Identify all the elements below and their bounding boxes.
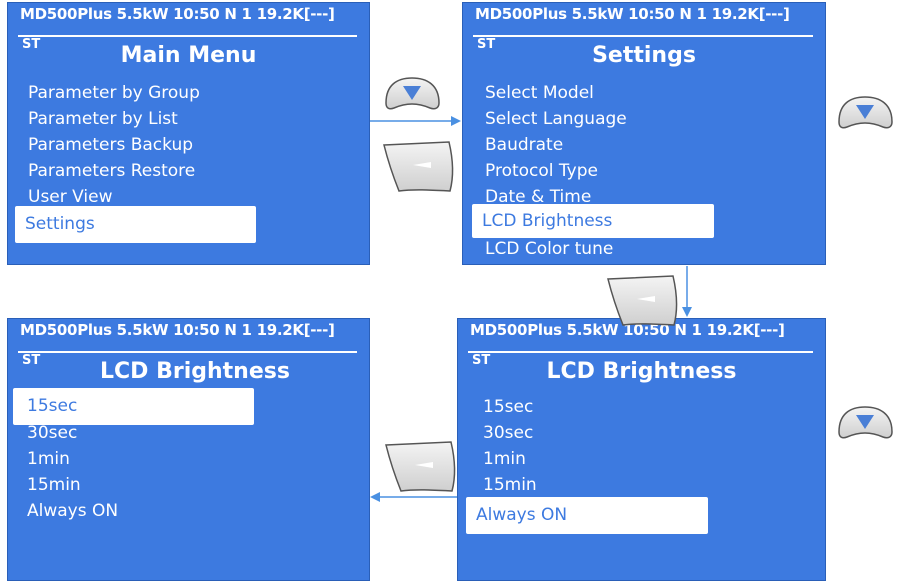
confirm-key-icon <box>383 141 454 192</box>
down-arrow-key-icon <box>838 96 893 129</box>
flow-overlay <box>370 77 893 502</box>
confirm-key-icon <box>607 275 678 326</box>
down-arrow-key-icon <box>385 77 440 110</box>
down-arrow-key-icon <box>838 406 893 439</box>
confirm-key-icon <box>385 441 456 492</box>
